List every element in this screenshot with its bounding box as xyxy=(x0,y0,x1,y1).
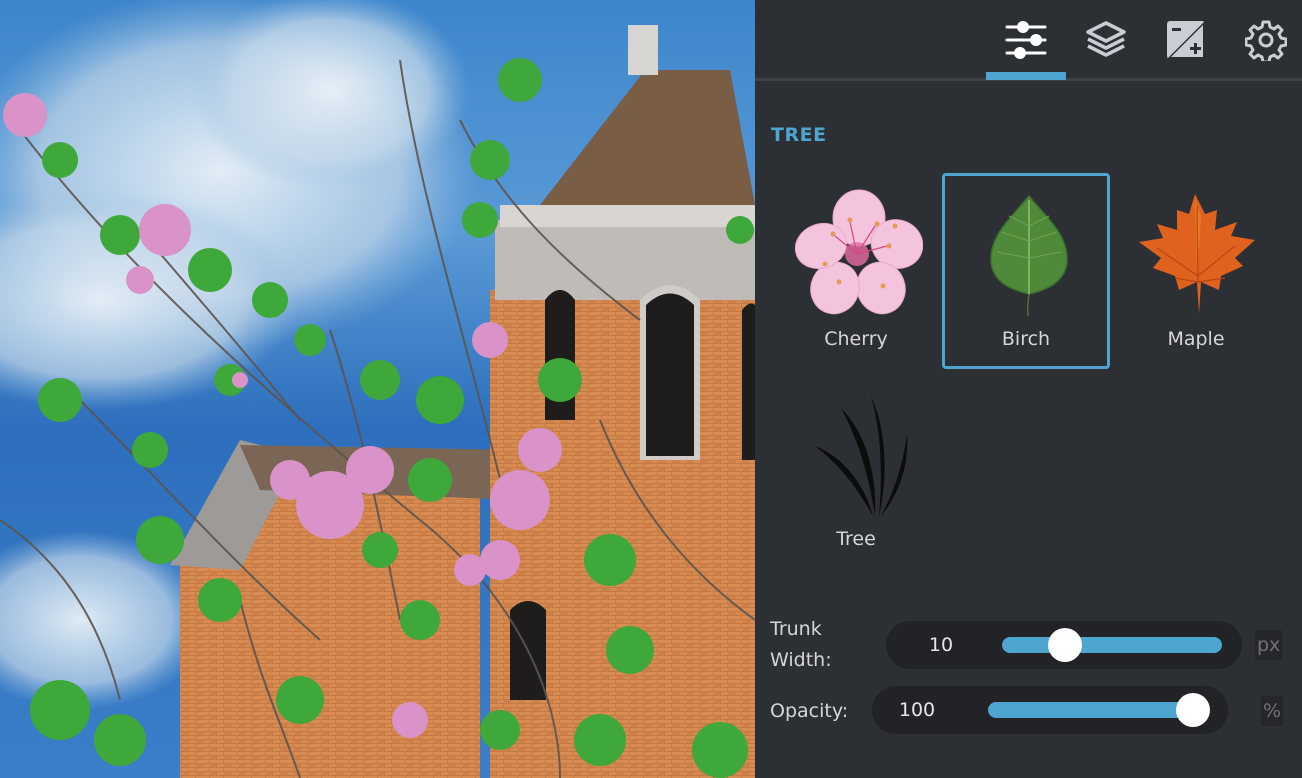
opacity-row: Opacity: 100 % xyxy=(755,686,1302,736)
opacity-track[interactable] xyxy=(988,693,1210,727)
canvas-photo xyxy=(0,0,755,778)
trunk-width-row: Trunk Width: 10 px xyxy=(755,614,1302,676)
trunk-width-label-line1: Trunk xyxy=(770,618,822,640)
tab-exposure[interactable] xyxy=(1146,10,1226,70)
cherry-blossom-icon xyxy=(794,189,924,315)
tab-settings[interactable] xyxy=(1226,10,1302,70)
active-tab-indicator xyxy=(986,72,1066,80)
brush-label: Maple xyxy=(1167,328,1225,350)
brush-birch[interactable]: Birch xyxy=(942,173,1110,369)
opacity-thumb[interactable] xyxy=(1176,693,1210,727)
image-canvas[interactable] xyxy=(0,0,755,778)
brush-label: Birch xyxy=(1001,328,1051,350)
trunk-width-slider: 10 xyxy=(886,621,1242,669)
birch-leaf-icon xyxy=(990,194,1068,317)
trunk-width-label-line2: Width: xyxy=(770,649,832,671)
tab-adjust[interactable] xyxy=(986,10,1066,70)
gear-icon xyxy=(1245,20,1287,61)
opacity-value[interactable]: 100 xyxy=(882,686,952,734)
brush-tree[interactable]: Tree xyxy=(772,373,940,569)
tab-bar xyxy=(755,0,1302,81)
grass-blades-icon xyxy=(815,396,908,516)
tool-panel: TREE Cherry Birch Maple Tree Trunk Width… xyxy=(755,0,1302,778)
trunk-width-unit: px xyxy=(1255,630,1283,660)
trunk-width-thumb[interactable] xyxy=(1047,628,1082,662)
sliders-icon xyxy=(1005,21,1047,59)
layers-icon xyxy=(1086,21,1126,57)
trunk-width-value[interactable]: 10 xyxy=(906,621,976,669)
opacity-label: Opacity: xyxy=(770,700,849,722)
exposure-icon xyxy=(1167,21,1205,59)
brush-label: Tree xyxy=(836,528,876,550)
section-title: TREE xyxy=(771,124,827,146)
brush-maple[interactable]: Maple xyxy=(1112,173,1280,369)
brush-cherry[interactable]: Cherry xyxy=(772,173,940,369)
trunk-width-track[interactable] xyxy=(1002,628,1222,662)
tab-layers[interactable] xyxy=(1066,10,1146,70)
maple-leaf-icon xyxy=(1139,194,1255,314)
brush-label: Cherry xyxy=(824,328,888,350)
opacity-slider: 100 xyxy=(872,686,1228,734)
opacity-unit: % xyxy=(1261,696,1284,726)
